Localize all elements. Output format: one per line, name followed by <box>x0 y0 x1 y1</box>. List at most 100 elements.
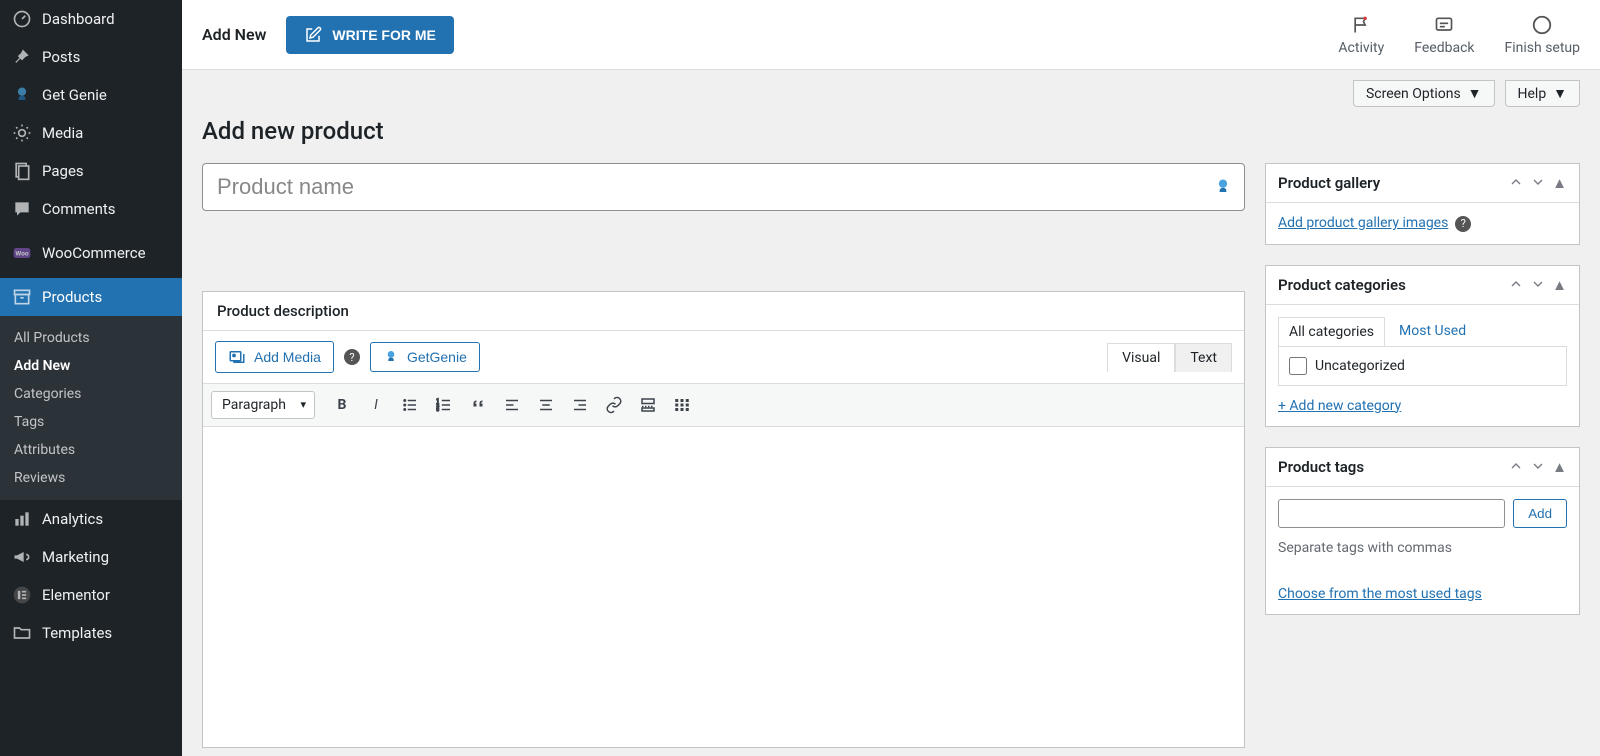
numbered-list-button[interactable]: 123 <box>429 390 459 420</box>
panel-up-icon[interactable] <box>1508 276 1524 294</box>
sidebar-item-label: Products <box>42 288 102 306</box>
align-center-button[interactable] <box>531 390 561 420</box>
write-for-me-button[interactable]: WRITE FOR ME <box>286 16 453 54</box>
add-gallery-images-link[interactable]: Add product gallery images <box>1278 215 1448 231</box>
bars-icon <box>12 509 32 529</box>
help-icon[interactable]: ? <box>1455 216 1471 232</box>
product-name-input[interactable] <box>202 163 1245 211</box>
align-left-button[interactable] <box>497 390 527 420</box>
sidebar-item-label: Templates <box>42 624 112 642</box>
link-button[interactable] <box>599 390 629 420</box>
sidebar-item-label: Media <box>42 124 83 142</box>
sidebar-item-label: Marketing <box>42 548 109 566</box>
circle-icon <box>1531 14 1553 36</box>
help-button[interactable]: Help ▼ <box>1505 80 1581 107</box>
panel-up-icon[interactable] <box>1508 458 1524 476</box>
pin-icon <box>12 47 32 67</box>
add-tag-button[interactable]: Add <box>1513 499 1567 528</box>
bullet-list-button[interactable] <box>395 390 425 420</box>
panel-toggle-icon[interactable]: ▲ <box>1552 458 1567 476</box>
help-icon[interactable]: ? <box>344 349 360 365</box>
comment-icon <box>12 199 32 219</box>
category-checkbox[interactable] <box>1289 357 1307 375</box>
add-media-button[interactable]: Add Media <box>215 341 334 373</box>
panel-up-icon[interactable] <box>1508 174 1524 192</box>
sidebar-item-analytics[interactable]: Analytics <box>0 500 182 538</box>
woo-icon: Woo <box>12 243 32 263</box>
read-more-button[interactable] <box>633 390 663 420</box>
page-title: Add new product <box>202 117 1580 145</box>
toolbar-toggle-button[interactable] <box>667 390 697 420</box>
paragraph-select[interactable]: Paragraph <box>211 391 315 419</box>
sidebar-subitem-attributes[interactable]: Attributes <box>0 436 182 464</box>
sidebar-item-label: Comments <box>42 200 116 218</box>
flag-icon <box>1350 14 1372 36</box>
product-categories-box: Product categories ▲ All categories Most… <box>1265 265 1580 427</box>
elementor-icon <box>12 585 32 605</box>
category-tab-all[interactable]: All categories <box>1278 317 1385 346</box>
main-content: Add New WRITE FOR ME Activity Feedback Fin… <box>182 0 1600 756</box>
svg-text:3: 3 <box>436 407 439 413</box>
sidebar-item-label: Elementor <box>42 586 110 604</box>
topbar-activity[interactable]: Activity <box>1338 14 1384 56</box>
sidebar-item-label: Pages <box>42 162 84 180</box>
product-tags-box: Product tags ▲ Add <box>1265 447 1580 615</box>
add-new-category-link[interactable]: + Add new category <box>1278 398 1401 414</box>
sidebar-item-label: Dashboard <box>42 10 115 28</box>
topbar-finish-setup[interactable]: Finish setup <box>1505 14 1581 56</box>
sidebar-item-products[interactable]: Products <box>0 278 182 316</box>
topbar-feedback[interactable]: Feedback <box>1414 14 1474 56</box>
admin-sidebar: Dashboard PostsGet Genie Media Pages Comment… <box>0 0 182 756</box>
align-right-button[interactable] <box>565 390 595 420</box>
sidebar-subitem-reviews[interactable]: Reviews <box>0 464 182 492</box>
breadcrumb-add-new: Add New <box>202 25 266 44</box>
sidebar-item-elementor[interactable]: Elementor <box>0 576 182 614</box>
megaphone-icon <box>12 547 32 567</box>
product-categories-heading: Product categories <box>1278 276 1406 294</box>
panel-toggle-icon[interactable]: ▲ <box>1552 276 1567 294</box>
genie-icon <box>383 349 399 365</box>
screen-options-button[interactable]: Screen Options ▼ <box>1353 80 1495 107</box>
archive-icon <box>12 287 32 307</box>
sidebar-item-comments[interactable]: Comments <box>0 190 182 228</box>
bold-button[interactable]: B <box>327 390 357 420</box>
pencil-icon <box>304 26 322 44</box>
sidebar-item-get-genie[interactable]: Get Genie <box>0 76 182 114</box>
genie-icon <box>12 85 32 105</box>
genie-icon[interactable] <box>1213 177 1233 197</box>
sidebar-item-dashboard[interactable]: Dashboard <box>0 0 182 38</box>
tag-input[interactable] <box>1278 499 1505 528</box>
product-name-wrap <box>202 163 1245 211</box>
category-uncategorized[interactable]: Uncategorized <box>1289 357 1556 375</box>
choose-most-used-tags-link[interactable]: Choose from the most used tags <box>1278 586 1482 602</box>
panel-down-icon[interactable] <box>1530 458 1546 476</box>
sidebar-subitem-categories[interactable]: Categories <box>0 380 182 408</box>
sidebar-item-label: Analytics <box>42 510 103 528</box>
panel-down-icon[interactable] <box>1530 276 1546 294</box>
editor-tab-text[interactable]: Text <box>1175 343 1232 372</box>
sidebar-subitem-tags[interactable]: Tags <box>0 408 182 436</box>
page-icon <box>12 161 32 181</box>
editor-body[interactable] <box>203 427 1244 747</box>
topbar: Add New WRITE FOR ME Activity Feedback Fin… <box>182 0 1600 70</box>
sidebar-subitem-all-products[interactable]: All Products <box>0 324 182 352</box>
italic-button[interactable]: I <box>361 390 391 420</box>
product-description-box: Product description Add Media ? GetGenie <box>202 291 1245 748</box>
sidebar-item-posts[interactable]: Posts <box>0 38 182 76</box>
panel-toggle-icon[interactable]: ▲ <box>1552 174 1567 192</box>
sidebar-subitem-add-new[interactable]: Add New <box>0 352 182 380</box>
gauge-icon <box>12 9 32 29</box>
folder-icon <box>12 623 32 643</box>
sidebar-item-woocommerce[interactable]: Woo WooCommerce <box>0 234 182 272</box>
sidebar-item-label: WooCommerce <box>42 244 146 262</box>
sidebar-item-media[interactable]: Media <box>0 114 182 152</box>
editor-tab-visual[interactable]: Visual <box>1107 343 1175 372</box>
media-icon <box>228 348 246 366</box>
panel-down-icon[interactable] <box>1530 174 1546 192</box>
category-tab-most-used[interactable]: Most Used <box>1389 317 1476 346</box>
quote-button[interactable] <box>463 390 493 420</box>
sidebar-item-templates[interactable]: Templates <box>0 614 182 652</box>
getgenie-button[interactable]: GetGenie <box>370 342 480 372</box>
sidebar-item-pages[interactable]: Pages <box>0 152 182 190</box>
sidebar-item-marketing[interactable]: Marketing <box>0 538 182 576</box>
